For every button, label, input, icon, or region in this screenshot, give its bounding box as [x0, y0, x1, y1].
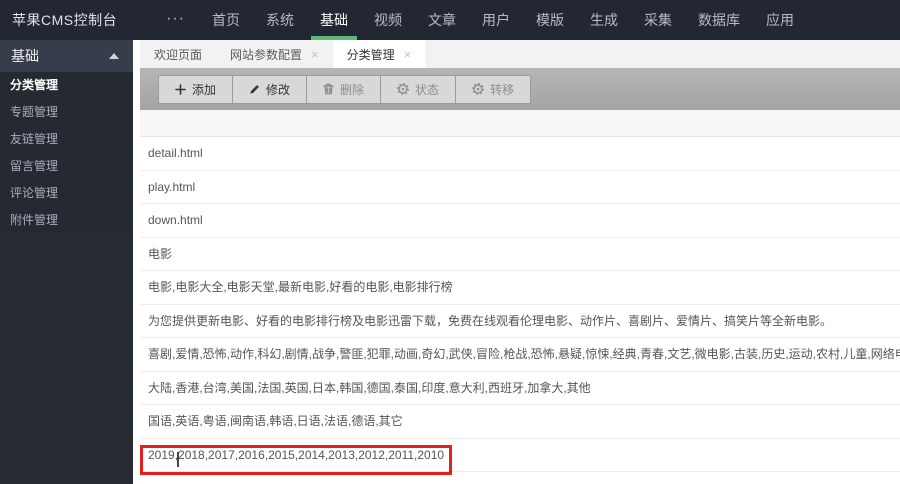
transfer-button[interactable]: 转移 — [455, 75, 531, 104]
table-row-genres[interactable]: 喜剧,爱情,恐怖,动作,科幻,剧情,战争,警匪,犯罪,动画,奇幻,武侠,冒险,枪… — [140, 338, 900, 372]
table-header-band — [140, 110, 900, 137]
tab-category-management[interactable]: 分类管理 × — [333, 40, 426, 68]
more-menu-button[interactable]: ··· — [152, 0, 199, 40]
nav-item-video[interactable]: 视频 — [365, 0, 411, 40]
tab-welcome[interactable]: 欢迎页面 — [140, 40, 216, 68]
delete-button[interactable]: 删除 — [306, 75, 381, 104]
table-row-keywords[interactable]: 电影,电影大全,电影天堂,最新电影,好看的电影,电影排行榜 — [140, 271, 900, 305]
topbar: 苹果CMS控制台 ··· 首页 系统 基础 视频 文章 用户 模版 生成 采集 … — [0, 0, 900, 40]
nav-item-template[interactable]: 模版 — [527, 0, 573, 40]
tab-label: 分类管理 — [347, 46, 395, 63]
sidebar-section-label: 基础 — [11, 46, 39, 66]
table-row-detail-template[interactable]: detail.html — [140, 137, 900, 171]
nav-item-collect[interactable]: 采集 — [635, 0, 681, 40]
nav-item-home[interactable]: 首页 — [203, 0, 249, 40]
add-button[interactable]: 添加 — [158, 75, 233, 104]
pencil-icon — [249, 84, 260, 95]
main-content: 欢迎页面 网站参数配置 × 分类管理 × 添加 修改 删除 状态 转 — [133, 40, 900, 484]
edit-button[interactable]: 修改 — [232, 75, 307, 104]
tab-site-params[interactable]: 网站参数配置 × — [216, 40, 333, 68]
table-row-description[interactable]: 为您提供更新电影、好看的电影排行榜及电影迅雷下载，免费在线观看伦理电影、动作片、… — [140, 305, 900, 339]
app-title: 苹果CMS控制台 — [0, 0, 152, 40]
nav-item-generate[interactable]: 生成 — [581, 0, 627, 40]
plus-icon — [175, 84, 186, 95]
sidebar-item-category-management[interactable]: 分类管理 — [0, 72, 133, 99]
close-icon[interactable]: × — [404, 48, 412, 61]
sidebar-item-topic-management[interactable]: 专题管理 — [0, 99, 133, 126]
gear-icon — [397, 83, 409, 95]
nav-item-user[interactable]: 用户 — [473, 0, 519, 40]
sidebar-item-message-management[interactable]: 留言管理 — [0, 153, 133, 180]
text-caret — [177, 452, 179, 467]
table-row-areas[interactable]: 大陆,香港,台湾,美国,法国,英国,日本,韩国,德国,泰国,印度,意大利,西班牙… — [140, 372, 900, 406]
sidebar-item-links-management[interactable]: 友链管理 — [0, 126, 133, 153]
sidebar-item-comment-management[interactable]: 评论管理 — [0, 180, 133, 207]
table-row-category-title[interactable]: 电影 — [140, 238, 900, 272]
close-icon[interactable]: × — [311, 48, 319, 61]
sidebar-menu: 分类管理 专题管理 友链管理 留言管理 评论管理 附件管理 — [0, 72, 133, 234]
sidebar-item-attachment-management[interactable]: 附件管理 — [0, 207, 133, 234]
status-button[interactable]: 状态 — [380, 75, 456, 104]
table-row-languages[interactable]: 国语,英语,粤语,闽南语,韩语,日语,法语,德语,其它 — [140, 405, 900, 439]
table-row-down-template[interactable]: down.html — [140, 204, 900, 238]
tab-label: 欢迎页面 — [154, 46, 202, 63]
nav-item-system[interactable]: 系统 — [257, 0, 303, 40]
nav-item-app[interactable]: 应用 — [757, 0, 803, 40]
tab-label: 网站参数配置 — [230, 46, 302, 63]
chevron-up-icon — [109, 53, 119, 59]
gear-icon — [472, 83, 484, 95]
nav-item-article[interactable]: 文章 — [419, 0, 465, 40]
trash-icon — [323, 83, 334, 95]
sidebar-section-basic[interactable]: 基础 — [0, 40, 133, 72]
top-nav: 首页 系统 基础 视频 文章 用户 模版 生成 采集 数据库 应用 — [199, 0, 807, 40]
table-row-play-template[interactable]: play.html — [140, 171, 900, 205]
sidebar: 基础 分类管理 专题管理 友链管理 留言管理 评论管理 附件管理 — [0, 40, 133, 484]
category-table: detail.html play.html down.html 电影 电影,电影… — [140, 110, 900, 472]
toolbar: 添加 修改 删除 状态 转移 — [140, 68, 900, 110]
table-row-years[interactable]: 2019,2018,2017,2016,2015,2014,2013,2012,… — [140, 439, 900, 473]
nav-item-database[interactable]: 数据库 — [689, 0, 749, 40]
nav-item-basic[interactable]: 基础 — [311, 0, 357, 40]
tab-bar: 欢迎页面 网站参数配置 × 分类管理 × — [140, 40, 900, 68]
